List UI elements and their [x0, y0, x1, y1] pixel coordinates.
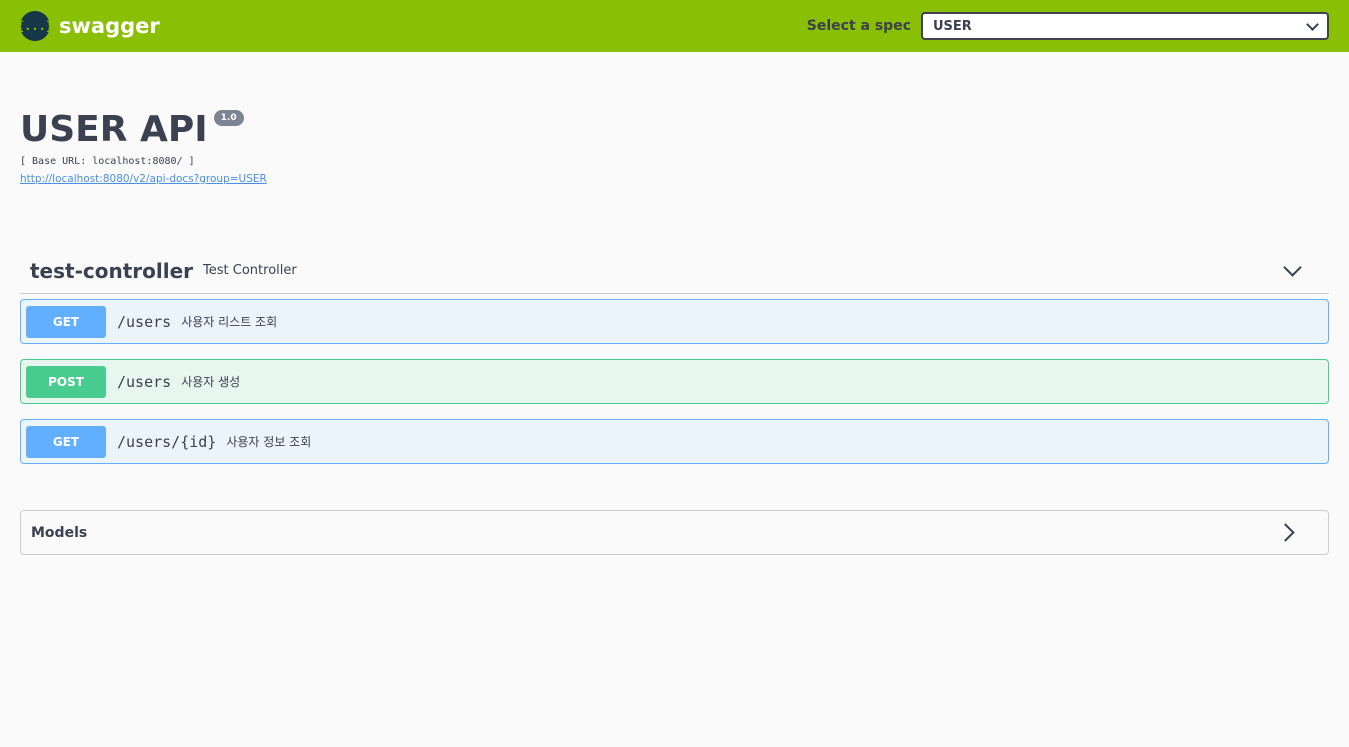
- base-url: [ Base URL: localhost:8080/ ]: [20, 156, 195, 167]
- spec-select-value: USER: [933, 18, 972, 34]
- operation-post-users[interactable]: POST /users 사용자 생성: [20, 359, 1329, 404]
- method-badge: GET: [26, 425, 106, 458]
- method-badge: POST: [26, 365, 106, 398]
- swagger-logo-icon: {...}: [17, 11, 53, 41]
- topbar: {...} swagger Select a spec USER: [0, 0, 1349, 52]
- operation-path: /users: [117, 312, 172, 331]
- operation-get-users[interactable]: GET /users 사용자 리스트 조회: [20, 299, 1329, 344]
- main-content: USER API 1.0 [ Base URL: localhost:8080/…: [0, 52, 1349, 555]
- models-title: Models: [31, 524, 88, 541]
- tag-name: test-controller: [30, 258, 194, 283]
- operation-summary: 사용자 정보 조회: [226, 435, 312, 449]
- method-badge: GET: [26, 305, 106, 338]
- page-title: USER API: [20, 109, 208, 150]
- operation-path: /users/{id}: [117, 432, 217, 451]
- api-info: USER API 1.0 [ Base URL: localhost:8080/…: [20, 52, 1329, 186]
- chevron-down-icon: [1306, 17, 1319, 31]
- title-row: USER API 1.0: [20, 108, 1329, 152]
- models-section[interactable]: Models: [20, 510, 1329, 555]
- chevron-right-icon: [1276, 523, 1295, 542]
- spec-selector: Select a spec USER: [807, 12, 1329, 40]
- spec-label: Select a spec: [806, 18, 911, 34]
- operation-get-user-by-id[interactable]: GET /users/{id} 사용자 정보 조회: [20, 419, 1329, 464]
- brand[interactable]: {...} swagger: [17, 11, 160, 41]
- version-badge: 1.0: [213, 110, 244, 126]
- chevron-down-icon[interactable]: [1283, 258, 1302, 277]
- tag-description: Test Controller: [203, 263, 297, 278]
- tag-section: test-controller Test Controller GET /use…: [20, 248, 1329, 464]
- operation-summary: 사용자 생성: [181, 375, 241, 389]
- operation-summary: 사용자 리스트 조회: [181, 315, 278, 329]
- spec-select[interactable]: USER: [921, 12, 1329, 40]
- operation-path: /users: [117, 372, 172, 391]
- api-docs-link[interactable]: http://localhost:8080/v2/api-docs?group=…: [20, 173, 267, 185]
- tag-header-test-controller[interactable]: test-controller Test Controller: [20, 248, 1329, 294]
- brand-name: swagger: [59, 14, 160, 38]
